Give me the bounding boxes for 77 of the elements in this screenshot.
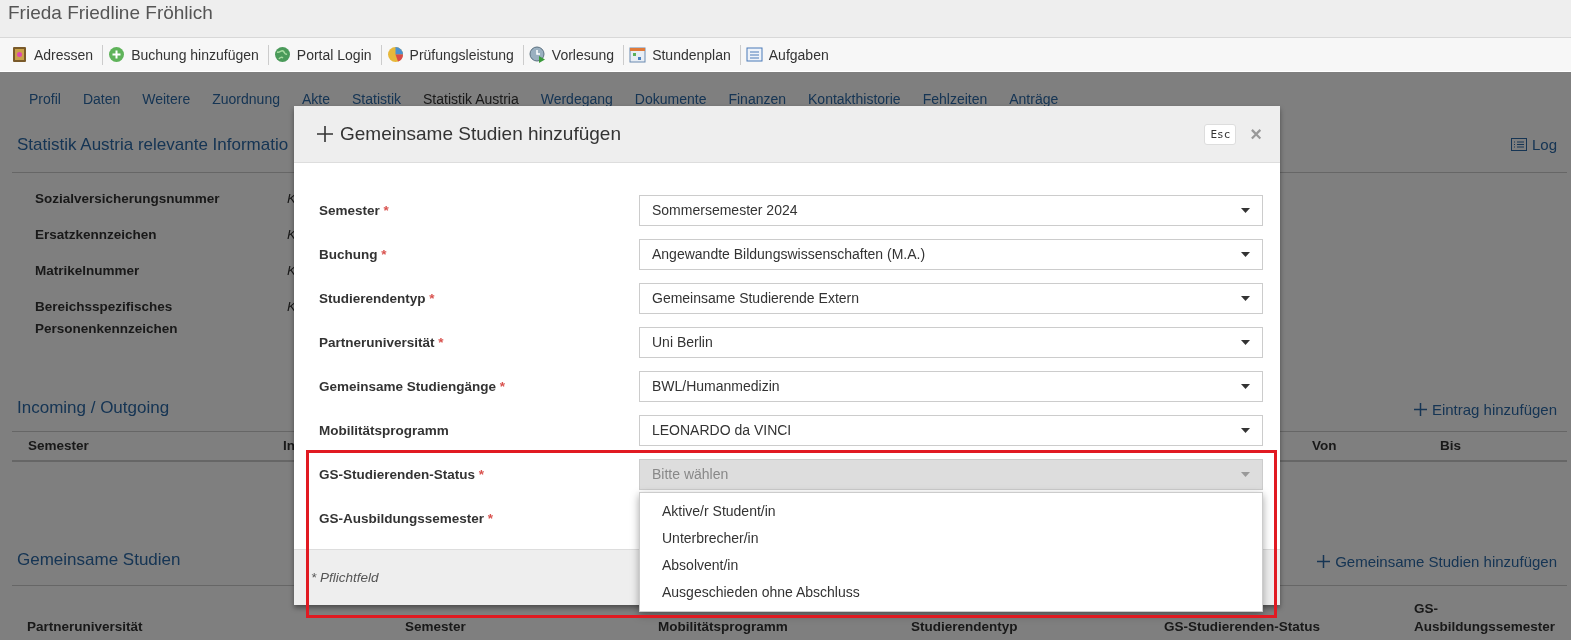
field-label: GS-Ausbildungssemester *: [319, 510, 495, 526]
section-heading: Incoming / Outgoing: [17, 398, 170, 418]
column-header: Semester: [28, 437, 90, 455]
list-icon: [1510, 138, 1527, 151]
tab[interactable]: Dokumente: [623, 91, 718, 107]
section-heading: Statistik Austria relevante Informatio: [17, 134, 289, 155]
tab[interactable]: Akte: [290, 91, 341, 107]
toolbar-button[interactable]: Stundenplan: [629, 46, 736, 63]
list-icon: [745, 46, 763, 63]
caret-icon: [1241, 251, 1250, 257]
field-label: Bereichsspezifisches Personenkennzeichen: [35, 298, 179, 338]
column-header: Studierendentyp: [911, 618, 1019, 636]
add-link[interactable]: Eintrag hinzufügen: [1413, 401, 1557, 418]
calendar-icon: [629, 46, 647, 63]
field-label: Gemeinsame Studiengänge *: [319, 378, 507, 394]
globe-icon: [273, 46, 291, 63]
tab[interactable]: Profil: [18, 91, 72, 107]
plus-icon: [108, 46, 126, 63]
toolbar-button[interactable]: Aufgaben: [745, 46, 834, 63]
window-title: Frieda Friedline Fröhlich: [0, 0, 1571, 38]
tab[interactable]: Zuordnung: [201, 91, 291, 107]
toolbar-button[interactable]: Adressen: [11, 46, 99, 63]
field-label: Matrikelnummer: [35, 262, 141, 280]
select-field[interactable]: BWL/Humanmedizin: [639, 370, 1263, 402]
plus-icon: [1317, 555, 1331, 568]
toolbar-button[interactable]: Prüfungsleistung: [386, 46, 519, 63]
column-header: Bis: [1440, 437, 1462, 455]
tab[interactable]: Statistik Austria: [412, 91, 530, 107]
tab[interactable]: Finanzen: [717, 91, 798, 107]
select-field[interactable]: Uni Berlin: [639, 326, 1263, 358]
field-label: GS-Studierenden-Status *: [319, 466, 486, 482]
toolbar-button[interactable]: Buchung hinzufügen: [108, 46, 264, 63]
caret-icon: [1241, 471, 1250, 477]
tab[interactable]: Anträge: [998, 91, 1070, 107]
select-field[interactable]: LEONARDO da VINCI: [639, 414, 1263, 446]
toolbar-button[interactable]: Vorlesung: [528, 46, 620, 63]
select-field[interactable]: Sommersemester 2024: [639, 194, 1263, 226]
field-label: Buchung *: [319, 246, 388, 262]
toolbar-button[interactable]: Portal Login: [273, 46, 377, 63]
play-clock-icon: [528, 46, 546, 63]
column-header: Partneruniversität: [27, 618, 144, 636]
caret-icon: [1241, 383, 1250, 389]
tab[interactable]: Werdegang: [529, 91, 624, 107]
column-header: Von: [1312, 437, 1338, 455]
caret-icon: [1241, 339, 1250, 345]
field-label: Ersatzkennzeichen: [35, 226, 158, 244]
tab[interactable]: Statistik: [341, 91, 412, 107]
column-header: In: [283, 437, 296, 455]
modal-title: Gemeinsame Studien hinzufügen: [340, 123, 621, 145]
caret-icon: [1241, 427, 1250, 433]
log-link[interactable]: Log: [1510, 136, 1557, 153]
caret-icon: [1241, 295, 1250, 301]
tab[interactable]: Weitere: [131, 91, 202, 107]
tab[interactable]: Fehlzeiten: [911, 91, 999, 107]
caret-icon: [1241, 207, 1250, 213]
column-header: Mobilitätsprogramm: [658, 618, 789, 636]
select-field[interactable]: Gemeinsame Studierende Extern: [639, 282, 1263, 314]
column-header: GS-Ausbildungssemester: [1414, 600, 1557, 636]
key-hint: Esc: [1204, 123, 1237, 145]
select-field[interactable]: Angewandte Bildungswissenschaften (M.A.): [639, 238, 1263, 270]
add-link[interactable]: Gemeinsame Studien hinzufügen: [1317, 553, 1557, 570]
tab[interactable]: Daten: [71, 91, 132, 107]
field-label: Partneruniversität *: [319, 334, 445, 350]
required-note: * Pflichtfeld: [311, 570, 379, 585]
plus-icon: [316, 125, 334, 143]
section-heading: Gemeinsame Studien: [17, 550, 181, 570]
close-button[interactable]: ×: [1250, 125, 1262, 143]
plus-icon: [1413, 403, 1427, 416]
book-icon: [11, 46, 28, 63]
field-label: Studierendentyp *: [319, 290, 436, 306]
tab[interactable]: Kontakthistorie: [797, 91, 912, 107]
field-label: Sozialversicherungsnummer: [35, 190, 221, 208]
column-header: GS-Studierenden-Status: [1164, 618, 1321, 636]
field-label: Mobilitätsprogramm: [319, 422, 450, 438]
field-label: Semester *: [319, 202, 390, 218]
pie-chart-icon: [386, 46, 404, 63]
column-header: Semester: [405, 618, 467, 636]
